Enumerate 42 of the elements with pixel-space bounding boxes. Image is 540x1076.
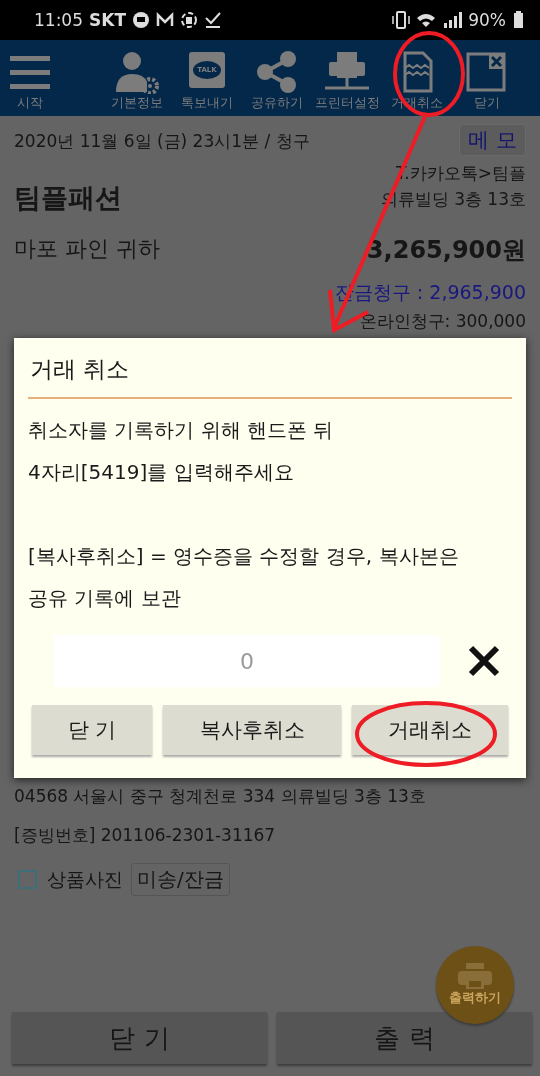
address-text: 04568 서울시 중구 청계천로 334 의류빌딩 3층 13호 xyxy=(14,785,427,808)
share-icon xyxy=(255,50,299,94)
close-window-icon xyxy=(465,50,509,94)
bottom-button[interactable]: 닫 기 xyxy=(12,1012,267,1064)
toolbar-button[interactable]: 기본정보 xyxy=(102,50,172,112)
unpaid-button[interactable]: 미송/잔금 xyxy=(131,863,230,896)
clock: 11:05 xyxy=(34,10,83,30)
date-text: 2020년 11월 6일 (금) 23시1분 / 청구 xyxy=(14,130,310,153)
toolbar-button[interactable]: 프린터설정 xyxy=(312,50,382,112)
toolbar-button[interactable]: 닫기 xyxy=(452,50,522,112)
print-fab[interactable]: 출력하기 xyxy=(436,946,514,1024)
battery-icon xyxy=(512,11,524,29)
memo-button[interactable]: 메 모 xyxy=(459,124,526,156)
store-name: 팀플패션 xyxy=(14,181,122,215)
dialog-button[interactable]: 닫 기 xyxy=(32,705,152,755)
checkbox[interactable] xyxy=(18,870,37,889)
checkbox-label: 상품사진 xyxy=(47,866,123,892)
vibrate-icon xyxy=(392,11,411,29)
mail-icon xyxy=(156,11,174,29)
check-icon xyxy=(204,11,222,29)
toolbar-button[interactable]: 공유하기 xyxy=(242,50,312,112)
code-input[interactable]: 0 xyxy=(54,635,440,687)
dialog-message: 취소자를 기록하기 위해 핸드폰 뒤 4자리[5419]를 입력해주세요 xyxy=(28,417,335,486)
total-amount: 3,265,900원 xyxy=(366,235,526,266)
bottom-button[interactable]: 출 력 xyxy=(277,1012,532,1064)
printer-icon xyxy=(458,963,492,989)
dialog-title: 거래 취소 xyxy=(28,338,512,399)
proof-number: [증빙번호] 201106-2301-31167 xyxy=(14,824,277,847)
carrier-name: SKT xyxy=(89,10,126,30)
battery-percent: 90% xyxy=(468,10,506,30)
dialog-message: [복사후취소] = 영수증을 수정할 경우, 복사본은 공유 기록에 보관 xyxy=(28,543,460,612)
sync-icon xyxy=(180,11,198,29)
clear-icon xyxy=(468,645,500,677)
dialog-button[interactable]: 거래취소 xyxy=(352,705,508,755)
user-gear-icon xyxy=(114,50,160,94)
signal-icon xyxy=(442,11,463,29)
chat-icon xyxy=(132,11,150,29)
dialog-button[interactable]: 복사후취소 xyxy=(163,705,341,755)
customer-name: 마포 파인 귀하 xyxy=(14,235,160,263)
online-text: 온라인청구: 300,000 xyxy=(359,310,526,333)
wifi-icon xyxy=(416,11,437,29)
toolbar-button[interactable]: 시작 xyxy=(4,50,56,112)
